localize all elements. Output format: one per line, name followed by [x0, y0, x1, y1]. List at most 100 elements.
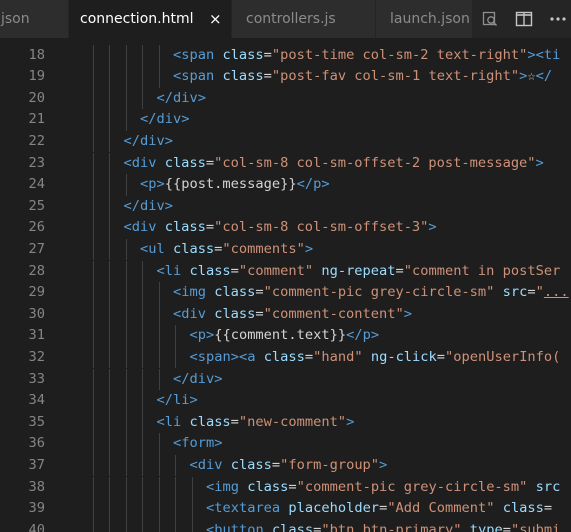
code-token: class [247, 478, 289, 495]
code-line[interactable]: 19 <span class="post-fav col-sm-1 text-ri… [0, 66, 571, 88]
code-line[interactable]: 33 </div> [0, 368, 571, 391]
indent-guide [142, 325, 143, 347]
code-text: </div> [140, 109, 189, 131]
indent-guide [92, 238, 94, 261]
code-line[interactable]: 24 <p>{{post.message}}</p> [0, 174, 571, 196]
indent-guide [109, 87, 110, 110]
code-line[interactable]: 21 </div> [0, 109, 571, 131]
code-token: = [288, 478, 297, 495]
code-line[interactable]: 37 <div class="form-group"> [0, 454, 571, 477]
code-line[interactable]: 28 <li class="comment" ng-repeat="comment… [0, 260, 571, 283]
code-token: </p> [296, 176, 330, 193]
code-line[interactable]: 39 <textarea placeholder = "Add Comment" cl… [0, 498, 571, 520]
indent-guide [109, 454, 110, 477]
indent-guide [142, 411, 143, 434]
indent-guide [109, 303, 110, 326]
code-line[interactable]: 23 <div class="col-sm-8 col-sm-offset-2 p… [0, 152, 571, 175]
code-line[interactable]: 26 <div class="col-sm-8 col-sm-offset-3"> [0, 217, 571, 239]
code-token: "comment-pic grey-circle-sm" [296, 478, 528, 495]
tab-launch-json[interactable]: launch.json [376, 0, 476, 38]
indent-guide [158, 498, 160, 520]
indent-guide [109, 411, 110, 434]
indent-guide [92, 433, 94, 455]
code-line[interactable]: 36 <form> [0, 433, 571, 455]
code-text: </li> [157, 390, 198, 412]
indent-guide [92, 390, 94, 412]
indent-guide [109, 346, 110, 369]
indent-guide [158, 346, 160, 369]
code-line[interactable]: 30 <div class="comment-content"> [0, 303, 571, 326]
code-token: <div [123, 219, 165, 236]
open-preview-icon[interactable] [480, 9, 500, 29]
indent-guide [109, 368, 110, 391]
code-line[interactable]: 25 </div> [0, 195, 571, 218]
code-text: </div> [124, 131, 173, 153]
code-text: </div> [173, 369, 222, 391]
code-line[interactable]: 18 <span class="post-time col-sm-2 text-r… [0, 44, 571, 67]
indent-guide [92, 303, 94, 326]
tab-bar: json connection.html × controllers.js la… [0, 0, 571, 38]
split-editor-icon[interactable] [514, 9, 534, 29]
tab-json[interactable]: json [0, 0, 69, 38]
indent-guide [175, 519, 176, 532]
code-token: = [205, 219, 215, 236]
code-line[interactable]: 22 </div> [0, 130, 571, 153]
line-number: 36 [28, 435, 45, 452]
tab-label: launch.json [390, 11, 470, 27]
code-token: "post-time col-sm-2 text-right" [271, 46, 528, 63]
code-line[interactable]: 31 <p>{{comment.text}}</p> [0, 325, 571, 347]
indent-guide [142, 498, 143, 520]
indent-guide [109, 433, 110, 455]
code-token: <button [206, 521, 272, 532]
indent-guide [109, 238, 110, 261]
line-number: 22 [28, 132, 45, 149]
line-number: 20 [28, 89, 45, 106]
code-token: "comment in postSer [403, 262, 561, 279]
more-actions-icon[interactable] [548, 9, 568, 29]
code-text: <button class="btn btn-primary" type="su… [206, 520, 560, 532]
indent-guide [125, 411, 127, 434]
code-token: </div> [123, 197, 173, 214]
indent-guide [125, 109, 127, 131]
tab-connection-html[interactable]: connection.html × [69, 0, 232, 38]
code-token: class [189, 262, 231, 279]
indent-guide [92, 368, 94, 391]
indent-guide [109, 44, 110, 67]
code-text: <li class="comment" ng-repeat="comment i… [157, 261, 561, 283]
code-line[interactable]: 34 </li> [0, 390, 571, 412]
code-line[interactable]: 38 <img class="comment-pic grey-circle-sm… [0, 476, 571, 499]
indent-guide [158, 44, 160, 67]
code-line[interactable]: 35 <li class="new-comment"> [0, 411, 571, 434]
code-editor[interactable]: 18 <span class="post-time col-sm-2 text-r… [0, 38, 571, 532]
code-token: "comments" [222, 240, 305, 257]
line-number: 26 [28, 219, 45, 236]
code-token: " [535, 284, 544, 301]
code-line[interactable]: 40 <button class="btn btn-primary" type="… [0, 519, 571, 532]
indent-guide [92, 195, 94, 218]
code-token: <span [173, 68, 223, 85]
indent-guide [109, 325, 110, 347]
indent-guide [125, 282, 127, 304]
code-token: = [436, 348, 446, 365]
indent-guide [125, 368, 127, 391]
code-token: <ti [535, 46, 561, 63]
code-token: "openUserInfo( [445, 348, 561, 365]
indent-guide [142, 433, 143, 455]
code-line[interactable]: 27 <ul class="comments"> [0, 238, 571, 261]
code-token: > [403, 305, 412, 322]
indent-guide [109, 130, 110, 153]
tab-controllers-js[interactable]: controllers.js [232, 0, 376, 38]
code-token: = [255, 284, 264, 301]
code-line[interactable]: 32 <span><a class="hand" ng-click="openUs… [0, 346, 571, 369]
code-line[interactable]: 20 </div> [0, 87, 571, 110]
code-text: <span class="post-fav col-sm-1 text-righ… [173, 66, 552, 88]
indent-guide [158, 66, 160, 88]
code-line[interactable]: 29 <img class="comment-pic grey-circle-sm… [0, 282, 571, 304]
line-number: 40 [28, 521, 45, 532]
indent-guide [92, 454, 94, 477]
indent-guide [158, 325, 160, 347]
close-icon[interactable]: × [209, 0, 222, 38]
